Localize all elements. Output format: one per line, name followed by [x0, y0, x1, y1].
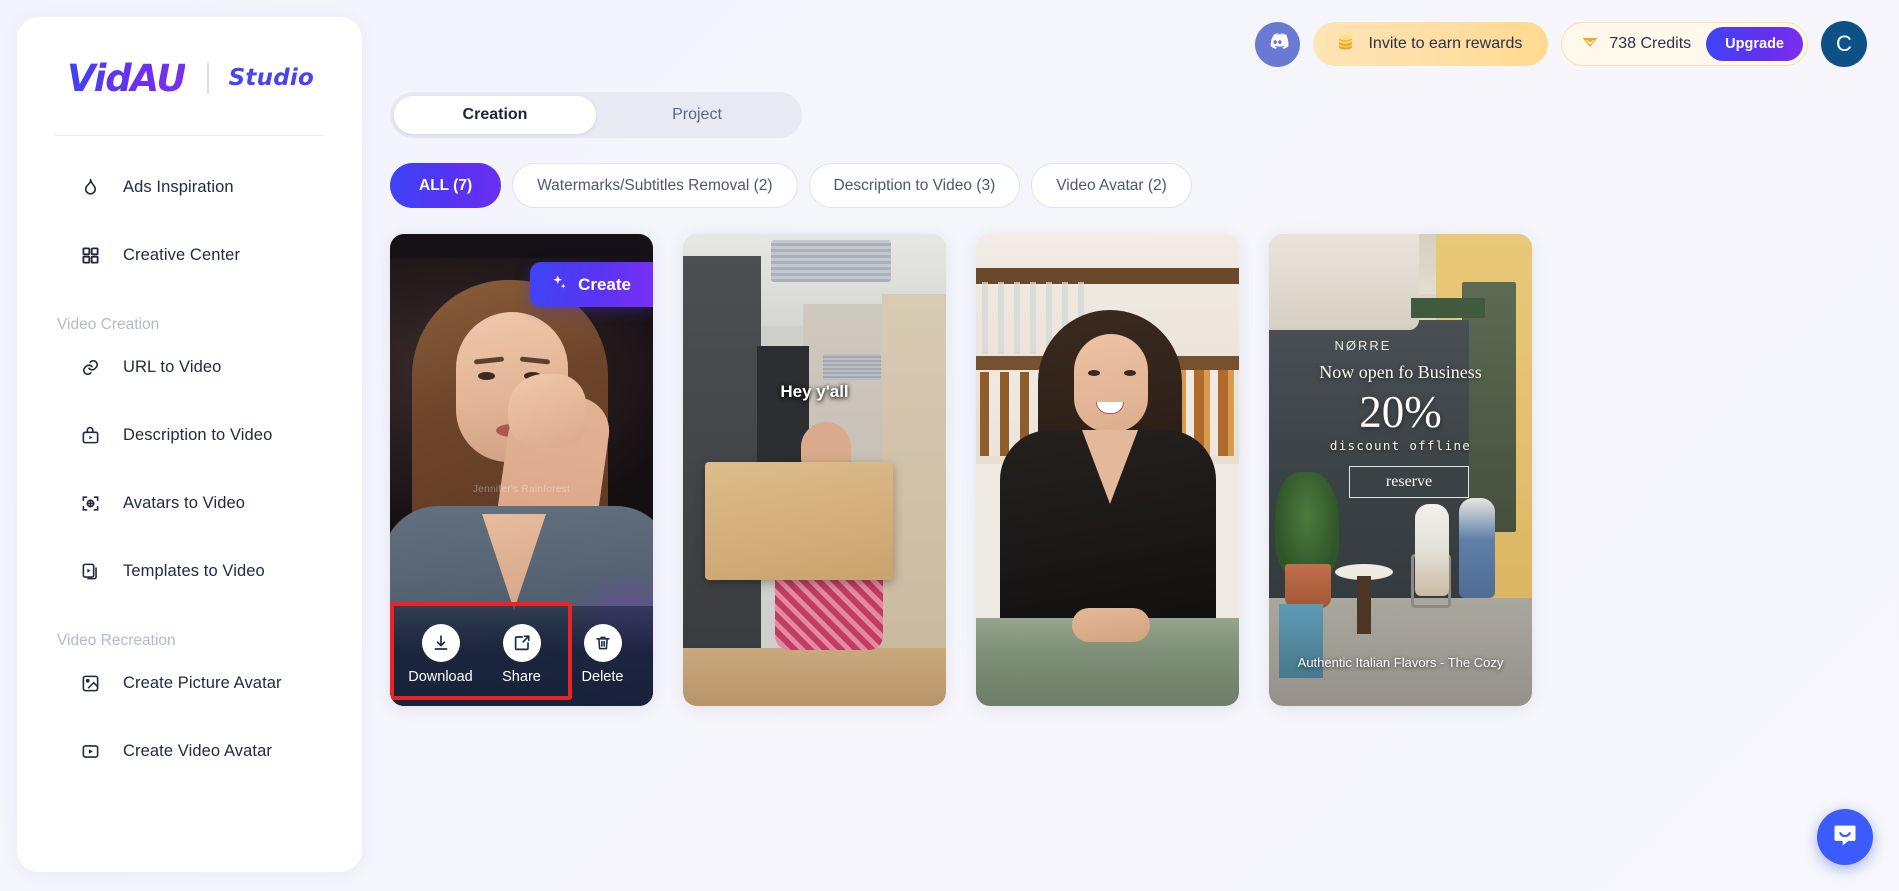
sidebar-item-templates-to-video[interactable]: Templates to Video	[35, 546, 344, 596]
sidebar-item-label: Creative Center	[123, 245, 241, 264]
video-thumbnail: Hey y'all	[683, 234, 946, 706]
create-button[interactable]: Create	[530, 262, 653, 307]
sidebar-item-create-picture-avatar[interactable]: Create Picture Avatar	[35, 658, 344, 708]
intercom-chat-icon	[1831, 821, 1859, 854]
sidebar-item-label: Create Picture Avatar	[123, 673, 282, 692]
tab-bar: Creation Project	[390, 92, 802, 138]
templates-icon	[79, 560, 101, 582]
discord-button[interactable]	[1255, 21, 1301, 67]
delete-button[interactable]: Delete	[565, 623, 641, 685]
filter-chip-all[interactable]: ALL (7)	[390, 163, 502, 208]
share-label: Share	[502, 668, 541, 685]
video-icon	[79, 740, 101, 762]
sidebar-item-url-to-video[interactable]: URL to Video	[35, 342, 344, 392]
grid-icon	[79, 244, 101, 266]
sidebar-item-label: URL to Video	[123, 357, 222, 376]
coins-icon	[1335, 32, 1356, 57]
filter-chip-video-avatar[interactable]: Video Avatar (2)	[1031, 163, 1192, 208]
sidebar: VidAU Studio Ads Inspiration Creative Ce…	[17, 17, 362, 872]
play-bag-icon	[79, 424, 101, 446]
sidebar-item-label: Create Video Avatar	[123, 741, 272, 760]
filter-chip-description-to-video[interactable]: Description to Video (3)	[808, 163, 1021, 208]
sparkle-icon	[549, 273, 568, 297]
invite-label: Invite to earn rewards	[1368, 35, 1523, 52]
sidebar-item-label: Templates to Video	[123, 561, 265, 580]
share-icon	[502, 623, 541, 662]
brand[interactable]: VidAU Studio	[17, 17, 362, 103]
filter-chip-watermarks-subtitles-removal[interactable]: Watermarks/Subtitles Removal (2)	[512, 163, 798, 208]
sidebar-section-video-recreation: Video Recreation	[57, 632, 176, 649]
image-icon	[79, 672, 101, 694]
sidebar-item-avatars-to-video[interactable]: Avatars to Video	[35, 478, 344, 528]
video-watermark: Jennifer's Rainforest	[472, 484, 571, 495]
create-button-label: Create	[578, 274, 631, 294]
video-card[interactable]: NØRRE Now open fo Business 20% discount …	[1269, 234, 1532, 706]
sidebar-item-description-to-video[interactable]: Description to Video	[35, 410, 344, 460]
flame-icon	[79, 176, 101, 198]
download-icon	[421, 623, 460, 662]
storefront-sign-text: NØRRE	[1334, 338, 1392, 353]
avatar[interactable]: C	[1821, 21, 1867, 67]
video-card[interactable]	[976, 234, 1239, 706]
upgrade-button[interactable]: Upgrade	[1706, 27, 1803, 61]
main-content: Creation Project ALL (7) Watermarks/Subt…	[390, 92, 1899, 891]
share-button[interactable]: Share	[484, 623, 560, 685]
overlay-percent: 20%	[1359, 387, 1442, 437]
sidebar-item-create-video-avatar[interactable]: Create Video Avatar	[35, 726, 344, 776]
overlay-cta: reserve	[1349, 466, 1469, 498]
video-caption: Hey y'all	[780, 382, 849, 401]
tab-creation[interactable]: Creation	[394, 96, 596, 134]
credits-pill[interactable]: 738 Credits Upgrade	[1561, 22, 1808, 66]
gem-icon	[1580, 32, 1600, 57]
chat-support-button[interactable]	[1817, 809, 1873, 865]
credits-label: 738 Credits	[1609, 35, 1692, 52]
overlay-headline: Now open fo Business	[1319, 362, 1482, 382]
app-logo: VidAU	[67, 56, 186, 100]
delete-label: Delete	[581, 668, 624, 685]
target-avatar-icon	[79, 492, 101, 514]
video-card[interactable]: Jennifer's Rainforest Create Download Sh…	[390, 234, 653, 706]
brand-divider	[207, 63, 209, 93]
discord-icon	[1265, 29, 1290, 59]
video-thumbnail	[976, 234, 1239, 706]
download-button[interactable]: Download	[403, 623, 479, 685]
overlay-subtext: discount offline	[1329, 438, 1472, 453]
sidebar-item-ads-inspiration[interactable]: Ads Inspiration	[35, 162, 344, 212]
card-action-bar: Download Share Delete	[390, 606, 653, 706]
trash-icon	[583, 623, 622, 662]
link-icon	[79, 356, 101, 378]
video-caption: Authentic Italian Flavors - The Cozy	[1297, 655, 1504, 670]
filter-chip-row: ALL (7) Watermarks/Subtitles Removal (2)…	[390, 163, 1899, 208]
tab-project[interactable]: Project	[596, 96, 798, 134]
sidebar-section-video-creation: Video Creation	[57, 316, 160, 333]
download-label: Download	[408, 668, 473, 685]
sidebar-item-label: Ads Inspiration	[123, 177, 234, 196]
sidebar-item-label: Description to Video	[123, 425, 273, 444]
sidebar-item-label: Avatars to Video	[123, 493, 246, 512]
invite-to-earn-rewards-button[interactable]: Invite to earn rewards	[1313, 22, 1549, 66]
video-card[interactable]: Hey y'all	[683, 234, 946, 706]
video-card-grid: Jennifer's Rainforest Create Download Sh…	[390, 234, 1899, 706]
video-thumbnail: NØRRE Now open fo Business 20% discount …	[1269, 234, 1532, 706]
sidebar-item-creative-center[interactable]: Creative Center	[35, 230, 344, 280]
app-logo-subtitle: Studio	[228, 65, 314, 91]
top-header: Invite to earn rewards 738 Credits Upgra…	[362, 0, 1899, 86]
